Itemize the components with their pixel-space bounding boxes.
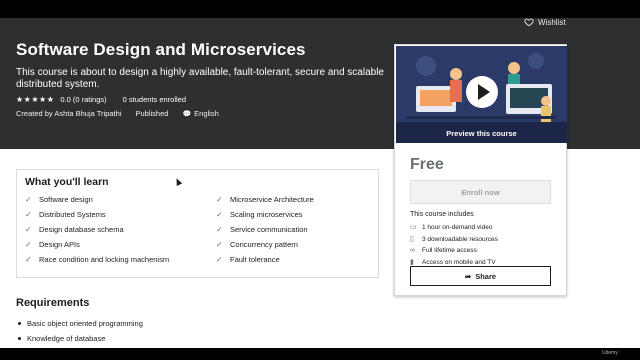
check-icon: ✓ bbox=[216, 225, 223, 234]
wishlist-label: Wishlist bbox=[538, 17, 566, 27]
top-black-bar bbox=[0, 0, 640, 18]
learn-item-text: Microservice Architecture bbox=[230, 195, 314, 204]
learn-item: ✓ Concurrency pattern bbox=[216, 240, 298, 249]
includes-item: ▭ 1 hour on-demand video bbox=[410, 223, 493, 232]
check-icon: ✓ bbox=[216, 195, 223, 204]
includes-text: Full lifetime access bbox=[422, 247, 477, 254]
language-label: English bbox=[194, 109, 219, 118]
enroll-button[interactable]: Enroll now bbox=[410, 180, 551, 204]
learn-item: ✓ Distributed Systems bbox=[25, 210, 106, 219]
learn-item-text: Race condition and locking machenism bbox=[39, 255, 170, 264]
status-label: Published bbox=[135, 109, 169, 118]
mobile-icon: ▮ bbox=[410, 259, 414, 266]
what-youll-learn-box: What you'll learn ✓ Software design ✓ Dist… bbox=[16, 169, 379, 278]
check-icon: ✓ bbox=[25, 195, 32, 204]
learn-item-text: Concurrency pattern bbox=[230, 240, 298, 249]
requirement-item: Knowledge of database bbox=[18, 334, 105, 343]
bullet-icon bbox=[18, 322, 21, 325]
bottom-black-bar bbox=[0, 348, 640, 360]
requirement-text: Basic object oriented programming bbox=[27, 319, 143, 328]
includes-item: ∞ Full lifetime access bbox=[410, 247, 477, 254]
share-button[interactable]: ➦ Share bbox=[410, 266, 551, 286]
requirement-text: Knowledge of database bbox=[27, 334, 106, 343]
course-title: Software Design and Microservices bbox=[16, 40, 306, 59]
includes-text: 3 downloadable resources bbox=[422, 235, 498, 243]
preview-label: Preview this course bbox=[446, 129, 517, 138]
learn-item: ✓ Software design bbox=[25, 195, 93, 204]
learn-item: ✓ Design APIs bbox=[25, 240, 80, 249]
course-subtitle: This course is about to design a highly … bbox=[16, 67, 384, 90]
star-rating-icon: ★★★★★ bbox=[16, 95, 55, 104]
check-icon: ✓ bbox=[25, 210, 32, 219]
play-button[interactable] bbox=[466, 76, 498, 108]
course-preview[interactable]: Preview this course bbox=[396, 46, 567, 143]
wishlist-button[interactable]: Wishlist bbox=[524, 17, 566, 27]
includes-item: ▯ 3 downloadable resources bbox=[410, 235, 498, 244]
includes-item: ▮ Access on mobile and TV bbox=[410, 258, 496, 267]
learn-item-text: Fault tolerance bbox=[230, 255, 280, 264]
course-purchase-card: Preview this course Free Enroll now This… bbox=[394, 44, 567, 296]
learn-item: ✓ Design database schema bbox=[25, 225, 124, 234]
check-icon: ✓ bbox=[25, 255, 32, 264]
price: Free bbox=[410, 156, 444, 173]
check-icon: ✓ bbox=[216, 210, 223, 219]
requirement-item: Basic object oriented programming bbox=[18, 319, 143, 328]
learn-item-text: Distributed Systems bbox=[39, 210, 106, 219]
check-icon: ✓ bbox=[25, 225, 32, 234]
globe-icon: 💬 bbox=[182, 110, 192, 118]
includes-text: Access on mobile and TV bbox=[422, 258, 496, 266]
created-by: Created by Ashta Bhuja Tripathi bbox=[16, 109, 122, 118]
requirements-title: Requirements bbox=[16, 297, 90, 309]
learn-item: ✓ Race condition and locking machenism bbox=[25, 255, 169, 264]
learn-item-text: Design database schema bbox=[39, 225, 124, 234]
learn-item: ✓ Service communication bbox=[216, 225, 308, 234]
learn-title: What you'll learn bbox=[25, 176, 109, 188]
learn-item-text: Design APIs bbox=[39, 240, 80, 249]
learn-item-text: Service communication bbox=[230, 225, 308, 234]
check-icon: ✓ bbox=[25, 240, 32, 249]
enrolled-count: 0 students enrolled bbox=[122, 95, 187, 104]
meta-row: Created by Ashta Bhuja Tripathi Publishe… bbox=[16, 109, 233, 118]
bullet-icon bbox=[18, 337, 21, 340]
learn-item: ✓ Scaling microservices bbox=[216, 210, 303, 219]
share-icon: ➦ bbox=[464, 271, 472, 281]
learn-item: ✓ Fault tolerance bbox=[216, 255, 280, 264]
infinity-icon: ∞ bbox=[410, 247, 415, 254]
learn-item-text: Software design bbox=[39, 195, 93, 204]
watermark-logo: Udemy bbox=[602, 350, 618, 356]
file-icon: ▯ bbox=[410, 236, 414, 243]
share-label: Share bbox=[475, 271, 497, 281]
includes-title: This course includes bbox=[410, 211, 474, 218]
rating-row: ★★★★★ 0.0 (0 ratings) 0 students enrolle… bbox=[16, 95, 186, 104]
check-icon: ✓ bbox=[216, 240, 223, 249]
check-icon: ✓ bbox=[216, 255, 223, 264]
rating-text: 0.0 (0 ratings) bbox=[60, 95, 107, 104]
play-icon bbox=[477, 84, 490, 100]
heart-icon bbox=[524, 18, 534, 27]
learn-item-text: Scaling microservices bbox=[230, 210, 303, 219]
video-icon: ▭ bbox=[410, 224, 417, 231]
includes-text: 1 hour on-demand video bbox=[422, 223, 493, 231]
learn-item: ✓ Microservice Architecture bbox=[216, 195, 314, 204]
